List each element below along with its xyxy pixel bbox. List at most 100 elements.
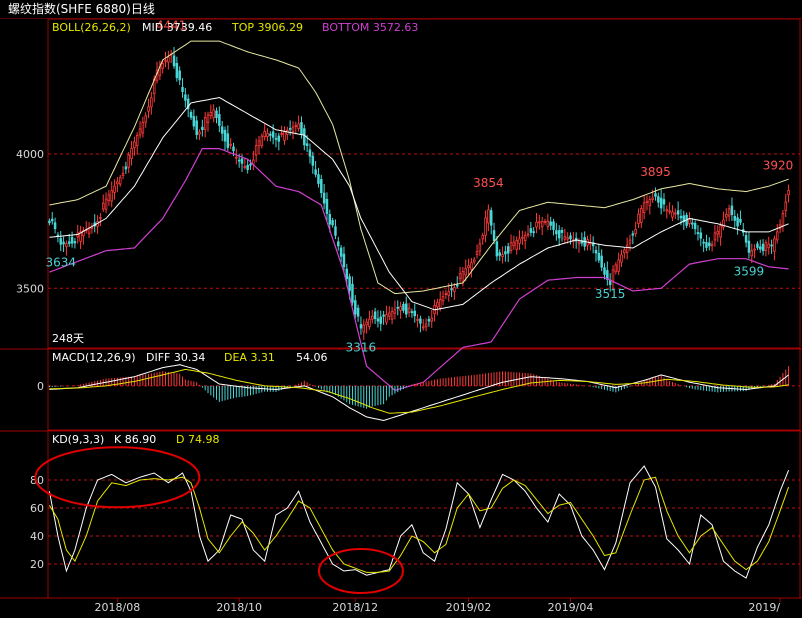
candle-body	[240, 158, 244, 164]
candle-body	[761, 243, 765, 252]
candle-body	[764, 242, 768, 251]
candle-body	[195, 120, 198, 136]
kd-tick-label: 40	[30, 530, 44, 543]
candle-body	[518, 238, 521, 244]
candle-body	[399, 306, 402, 311]
kd-k-label: K 86.90	[114, 433, 156, 446]
candle-body	[161, 63, 164, 69]
candle-body	[104, 198, 108, 210]
candle-body	[328, 213, 332, 225]
candle-body	[640, 208, 643, 223]
candle-body	[495, 241, 499, 257]
candle-body	[206, 114, 210, 123]
candle-body	[314, 169, 317, 175]
candle-body	[594, 249, 598, 254]
candle-body	[648, 199, 652, 206]
candle-body	[444, 293, 448, 296]
candle-body	[470, 262, 473, 270]
candle-body	[121, 172, 125, 176]
candle-body	[373, 311, 377, 320]
candle-body	[232, 146, 235, 152]
date-label: 2019/04	[548, 601, 594, 614]
kd-tick-label: 20	[30, 558, 44, 571]
price-extreme-label: 3316	[346, 341, 377, 355]
candle-body	[147, 106, 150, 112]
candle-body	[351, 283, 354, 303]
candle-body	[492, 230, 496, 242]
candle-body	[184, 94, 187, 101]
candle-body	[260, 135, 264, 147]
candle-body	[73, 241, 77, 244]
candle-body	[325, 198, 329, 214]
candle-body	[710, 243, 714, 247]
candle-body	[600, 255, 603, 268]
date-label: 2018/10	[216, 601, 262, 614]
price-extreme-label: 3895	[640, 165, 671, 179]
candle-body	[342, 253, 346, 268]
candle-body	[455, 284, 459, 287]
candle-body	[529, 228, 533, 233]
candle-body	[557, 230, 561, 239]
candle-body	[577, 241, 581, 245]
candle-body	[198, 131, 201, 135]
candle-body	[130, 148, 133, 159]
candle-body	[679, 215, 683, 219]
candle-body	[229, 143, 232, 146]
candle-body	[750, 250, 754, 257]
candle-body	[699, 232, 703, 239]
candle-body	[569, 235, 572, 240]
kd-tick-label: 60	[30, 502, 44, 515]
candle-body	[107, 194, 111, 202]
candle-body	[631, 233, 635, 236]
candle-body	[597, 252, 601, 261]
candle-body	[676, 210, 680, 215]
price-extreme-label: 3634	[45, 255, 76, 269]
price-extreme-label: 3515	[595, 287, 626, 301]
candle-body	[464, 268, 467, 276]
candle-body	[475, 251, 479, 256]
candle-body	[291, 126, 295, 132]
candle-body	[674, 212, 677, 215]
candle-body	[484, 217, 487, 236]
candle-body	[538, 221, 541, 224]
boll-mid-label: MID 3739.46	[142, 21, 212, 34]
candle-body	[603, 267, 606, 275]
candle-body	[354, 300, 357, 315]
candle-body	[441, 296, 445, 302]
kd-d-line	[48, 476, 790, 573]
candle-body	[472, 259, 476, 263]
boll-legend: BOLL(26,26,2)	[52, 21, 131, 34]
candle-body	[277, 135, 281, 142]
kline-chart[interactable]: 螺纹指数(SHFE 6880)日线35004000020406080444136…	[0, 0, 802, 618]
price-extreme-label: 3920	[763, 158, 794, 172]
candle-body	[736, 217, 739, 227]
candle-body	[410, 311, 414, 314]
candle-body	[637, 213, 640, 224]
candle-body	[756, 243, 759, 248]
candle-body	[747, 240, 751, 253]
candle-body	[144, 115, 147, 123]
candle-body	[223, 129, 227, 142]
candle-body	[110, 190, 113, 202]
candle-body	[713, 232, 717, 241]
candle-body	[416, 319, 419, 321]
candle-body	[458, 273, 462, 280]
candle-body	[379, 316, 383, 324]
candle-body	[419, 318, 422, 324]
candle-body	[150, 97, 153, 108]
candle-body	[781, 213, 785, 227]
date-label: 2018/08	[95, 601, 141, 614]
candle-body	[691, 222, 694, 225]
candle-body	[87, 227, 91, 235]
candle-body	[65, 243, 68, 247]
candle-body	[135, 135, 139, 147]
candle-body	[501, 254, 504, 258]
date-label: 2019/	[748, 601, 780, 614]
candle-body	[283, 131, 286, 141]
candle-body	[218, 114, 221, 126]
candle-body	[235, 156, 238, 159]
candle-body	[430, 317, 433, 322]
candle-body	[396, 306, 400, 309]
candle-body	[642, 202, 646, 213]
candle-body	[300, 122, 303, 135]
